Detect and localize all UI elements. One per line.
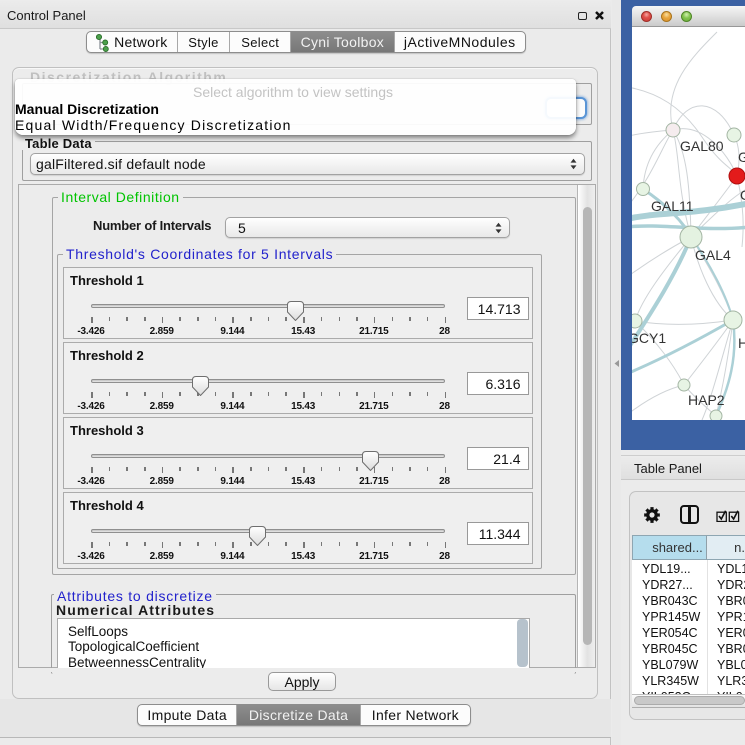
svg-text:C: C [740, 187, 745, 203]
svg-text:GAL4: GAL4 [695, 247, 731, 263]
svg-text:GAL80: GAL80 [680, 138, 724, 154]
svg-text:GCY1: GCY1 [632, 330, 666, 346]
svg-text:HAP2: HAP2 [688, 392, 725, 408]
svg-text:GAL11: GAL11 [651, 198, 694, 214]
svg-text:G.: G. [738, 149, 745, 165]
svg-text:H: H [738, 335, 745, 351]
